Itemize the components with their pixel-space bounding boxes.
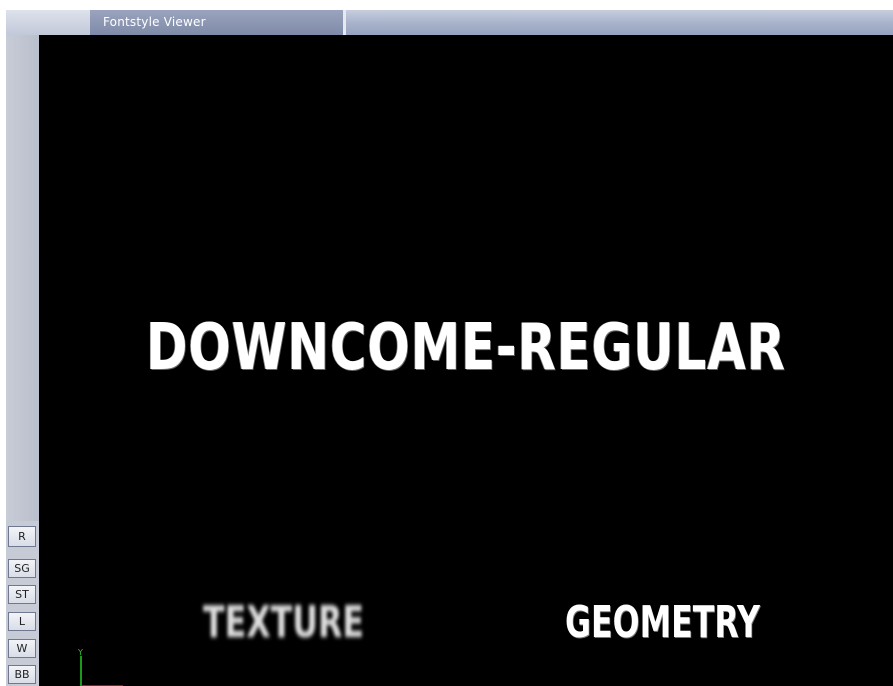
r-button[interactable]: R xyxy=(8,526,36,547)
geometry-label: GEOMETRY xyxy=(565,597,760,648)
sg-button[interactable]: SG xyxy=(8,559,36,578)
font-name-text: DOWNCOME-REGULAR xyxy=(146,311,786,385)
3d-viewport[interactable]: DOWNCOME-REGULAR TEXTURE GEOMETRY Y xyxy=(39,35,893,686)
st-button[interactable]: ST xyxy=(8,585,36,604)
viewer-tab[interactable]: Fontstyle Viewer xyxy=(90,10,346,35)
axis-gizmo-icon: Y xyxy=(77,648,123,686)
w-button[interactable]: W xyxy=(8,639,36,658)
left-toolbar-panel xyxy=(6,35,39,521)
viewer-tab-label: Fontstyle Viewer xyxy=(103,15,206,29)
title-bar-left-region xyxy=(6,10,90,35)
texture-label: TEXTURE xyxy=(203,597,365,648)
left-toolbar: R SG ST L W BB xyxy=(6,35,39,686)
y-axis-label: Y xyxy=(77,648,83,657)
bb-button[interactable]: BB xyxy=(8,665,36,684)
title-bar: Fontstyle Viewer xyxy=(6,10,893,35)
l-button[interactable]: L xyxy=(8,612,36,631)
